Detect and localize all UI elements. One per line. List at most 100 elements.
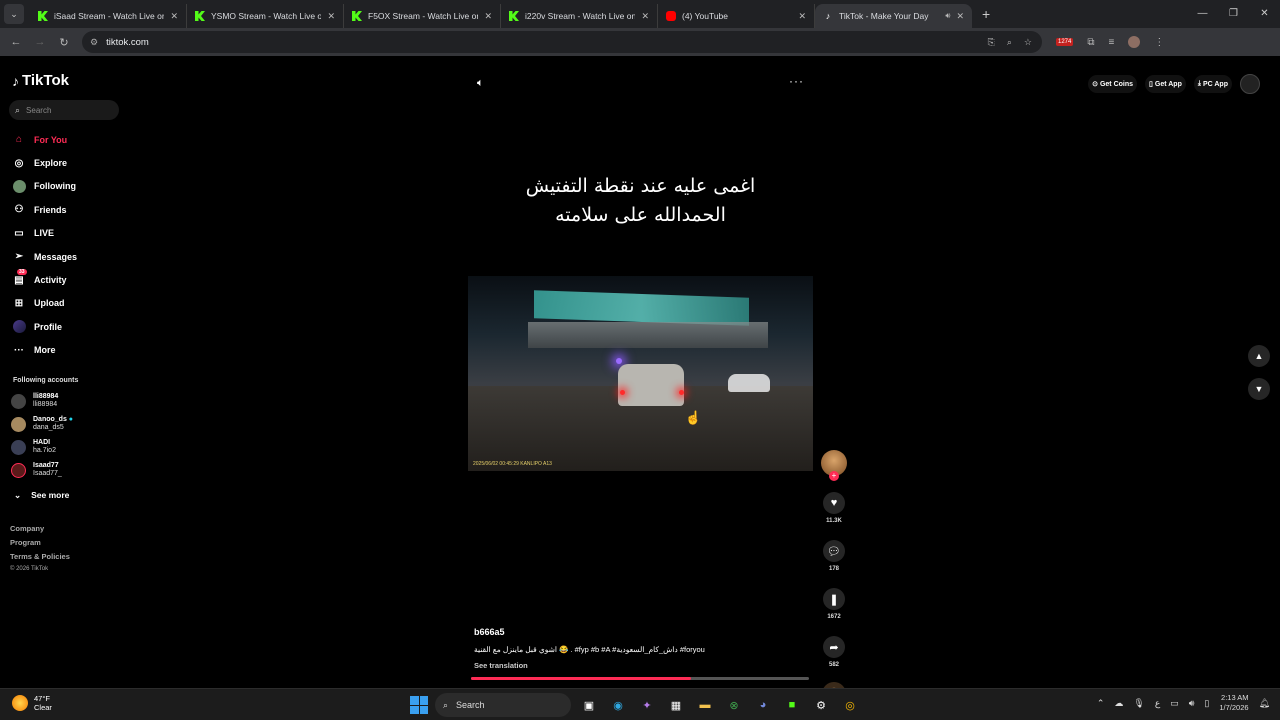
search-input[interactable]: ⌕ Search [9, 100, 119, 120]
close-tab-icon[interactable]: ✕ [484, 11, 492, 22]
microphone-icon[interactable]: 🎙︎ [1133, 698, 1144, 709]
user-avatar[interactable] [1240, 74, 1260, 94]
extension-badge[interactable]: 1274 [1056, 38, 1074, 46]
tab-search-icon[interactable]: ⌄ [4, 4, 24, 24]
browser-tab-active[interactable]: ♪ TikTok - Make Your Day 🔊︎ ✕ [815, 4, 972, 28]
previous-video-button[interactable]: ▲ [1248, 345, 1270, 367]
footer-link-company[interactable]: Company [10, 524, 70, 538]
discord-icon[interactable]: ◕ [752, 694, 774, 716]
windows-start-icon[interactable] [410, 696, 428, 714]
chrome-icon[interactable]: ◎ [839, 694, 861, 716]
sidebar-item-live[interactable]: ▭ LIVE [12, 222, 77, 245]
volume-icon[interactable]: 🔈︎ [477, 77, 484, 90]
video-author[interactable]: b666a5 [474, 627, 505, 637]
like-button[interactable]: ♥ [823, 492, 845, 514]
cloud-icon[interactable]: ☁ [1114, 698, 1123, 709]
volume-icon[interactable]: 🔊︎ [1189, 698, 1195, 709]
url-text: tiktok.com [106, 36, 149, 48]
sidebar-item-profile[interactable]: Profile [12, 315, 77, 338]
minimize-icon[interactable]: — [1187, 0, 1218, 28]
taskbar-search[interactable]: ⌕ Search [435, 693, 571, 717]
see-more-button[interactable]: ⌄ See more [14, 490, 69, 501]
sidebar-item-for-you[interactable]: ⌂ For You [12, 128, 77, 151]
taskbar-search-label: Search [456, 700, 485, 710]
video-frame[interactable]: 2025/06/02 00:45:29 KANLIPO A13 [468, 276, 813, 471]
copyright: © 2026 TikTok [10, 566, 49, 572]
reading-list-icon[interactable]: ≡ [1109, 37, 1115, 48]
site-info-icon[interactable]: ⚙ [90, 37, 98, 48]
sidebar-footer: Company Program Terms & Policies © 2026 … [10, 524, 70, 580]
get-app-button[interactable]: ▯ Get App [1145, 75, 1186, 93]
browser-tab[interactable]: F5OX Stream - Watch Live on K ✕ [344, 4, 501, 28]
close-tab-icon[interactable]: ✕ [327, 11, 335, 22]
download-icon: ⤓ [1197, 80, 1201, 87]
creator-avatar[interactable]: + [821, 450, 847, 481]
forward-icon[interactable]: → [28, 36, 52, 48]
sidebar-item-activity[interactable]: ▤ 33 Activity [12, 268, 77, 291]
tiktok-logo[interactable]: ♪ TikTok [12, 72, 69, 89]
pc-app-button[interactable]: ⤓ PC App [1193, 75, 1232, 93]
close-tab-icon[interactable]: ✕ [798, 11, 806, 22]
close-tab-icon[interactable]: ✕ [170, 11, 178, 22]
sidebar-item-label: Profile [34, 321, 63, 332]
weather-widget[interactable]: 47°F Clear [12, 694, 52, 712]
window-controls: — ❐ ✕ [1187, 0, 1280, 28]
browser-tab[interactable]: i220v Stream - Watch Live on K ✕ [501, 4, 658, 28]
back-icon[interactable]: ← [4, 36, 28, 48]
windows-taskbar: 47°F Clear ⌕ Search ▣ ◉ ✦ ▦ ▬ ⊗ ◕ ■ ⚙ ◎ … [0, 688, 1280, 720]
app-icon[interactable]: ■ [781, 694, 803, 716]
footer-link-program[interactable]: Program [10, 538, 70, 552]
close-tab-icon[interactable]: ✕ [956, 11, 964, 22]
language-icon[interactable]: ع [1155, 698, 1160, 709]
chevron-up-icon[interactable]: ⌃ [1097, 698, 1105, 709]
battery-icon[interactable]: ▯ [1204, 698, 1209, 709]
sidebar-item-friends[interactable]: ⚇ Friends [12, 198, 77, 221]
task-view-icon[interactable]: ▣ [578, 694, 600, 716]
next-video-button[interactable]: ▼ [1248, 378, 1270, 400]
audio-playing-icon[interactable]: 🔊︎ [945, 11, 950, 21]
copilot-icon[interactable]: ✦ [636, 694, 658, 716]
notifications-bell-icon[interactable]: 🔔︎ [1259, 698, 1270, 709]
follow-plus-icon[interactable]: + [829, 471, 839, 481]
settings-gear-icon[interactable]: ⚙ [810, 694, 832, 716]
menu-kebab-icon[interactable]: ⋮ [1154, 37, 1164, 48]
store-icon[interactable]: ▦ [665, 694, 687, 716]
more-options-icon[interactable]: ··· [789, 74, 804, 88]
browser-tab[interactable]: iSaad Stream - Watch Live on K ✕ [30, 4, 187, 28]
restore-icon[interactable]: ❐ [1218, 0, 1249, 28]
close-window-icon[interactable]: ✕ [1249, 0, 1280, 28]
following-account[interactable]: Isaad77 Isaad77_ [11, 462, 121, 478]
zoom-icon[interactable]: ⌕ [1007, 37, 1012, 48]
new-tab-button[interactable]: + [982, 6, 990, 22]
close-tab-icon[interactable]: ✕ [641, 11, 649, 22]
video-progress-bar[interactable] [471, 677, 809, 680]
install-app-icon[interactable]: ⎘ [988, 37, 995, 48]
browser-tab[interactable]: YSMO Stream - Watch Live on K ✕ [187, 4, 344, 28]
see-translation-link[interactable]: See translation [474, 661, 528, 670]
clock[interactable]: 2:13 AM 1/7/2026 [1219, 693, 1248, 713]
following-account[interactable]: Danoo_ds ● dana_ds5 [11, 416, 121, 432]
edge-icon[interactable]: ◉ [607, 694, 629, 716]
following-account[interactable]: HADI ha.7io2 [11, 439, 121, 455]
following-account[interactable]: lli88984 lli88984 [11, 393, 121, 409]
file-explorer-icon[interactable]: ▬ [694, 694, 716, 716]
get-coins-button[interactable]: ⊙ Get Coins [1088, 75, 1138, 93]
url-bar[interactable]: ⚙ tiktok.com ⎘ ⌕ ☆ [82, 31, 1042, 53]
footer-link-terms[interactable]: Terms & Policies [10, 552, 70, 566]
browser-tab[interactable]: (4) YouTube ✕ [658, 4, 815, 28]
comment-button[interactable]: 💬︎ [823, 540, 845, 562]
sidebar-item-messages[interactable]: ➢ Messages [12, 245, 77, 268]
extensions-puzzle-icon[interactable]: ⧉ [1087, 37, 1094, 48]
sidebar-item-following[interactable]: Following [12, 175, 77, 198]
account-name: HADI [33, 439, 51, 446]
profile-avatar[interactable] [1128, 36, 1141, 48]
reload-icon[interactable]: ↻ [52, 36, 76, 49]
bookmark-star-icon[interactable]: ☆ [1024, 37, 1032, 48]
sidebar-item-upload[interactable]: ⊞ Upload [12, 292, 77, 315]
share-button[interactable]: ➦ [823, 636, 845, 658]
sidebar-item-explore[interactable]: ◎ Explore [12, 151, 77, 174]
xbox-icon[interactable]: ⊗ [723, 694, 745, 716]
save-button[interactable]: ❚ [823, 588, 845, 610]
network-icon[interactable]: ▭ [1170, 698, 1179, 709]
sidebar-item-more[interactable]: ··· More [12, 339, 77, 362]
